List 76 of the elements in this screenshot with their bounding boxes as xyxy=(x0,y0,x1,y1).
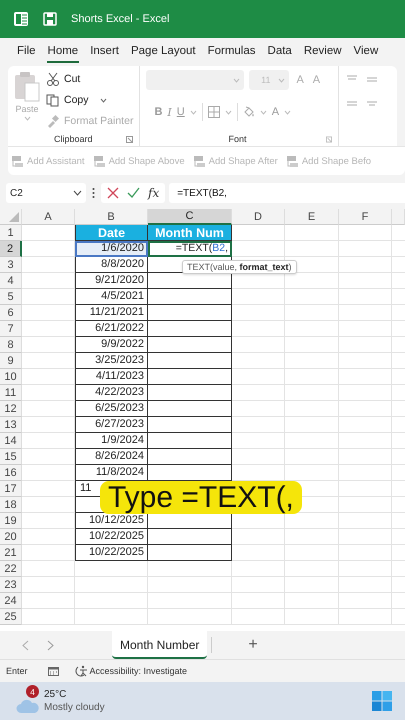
row-header[interactable]: 22 xyxy=(0,561,22,577)
ribbon-tab[interactable]: Home xyxy=(46,41,80,63)
table-cell: 11/21/2021 xyxy=(75,305,148,321)
row-header[interactable]: 25 xyxy=(0,609,22,625)
table-cell: 9/9/2022 xyxy=(75,337,148,353)
row-header[interactable]: 5 xyxy=(0,289,22,305)
table-cell: 8/8/2020 xyxy=(75,257,148,273)
name-box[interactable]: C2 xyxy=(6,183,86,203)
insert-function-button[interactable]: fx xyxy=(148,186,160,200)
row-header[interactable]: 11 xyxy=(0,385,22,401)
active-cell[interactable]: =TEXT(B2, xyxy=(148,241,232,257)
column-header[interactable]: A xyxy=(22,209,75,225)
ribbon-tab[interactable]: View xyxy=(352,41,380,63)
table-cell: 8/26/2024 xyxy=(75,449,148,465)
caption-text: Type =TEXT(, xyxy=(100,481,302,514)
row-header[interactable]: 4 xyxy=(0,273,22,289)
row-header[interactable]: 9 xyxy=(0,353,22,369)
table-cell: 9/21/2020 xyxy=(75,273,148,289)
column-header[interactable]: E xyxy=(285,209,339,225)
row-header[interactable]: 15 xyxy=(0,449,22,465)
table-cell: 10/22/2025 xyxy=(75,529,148,545)
table-cell: 3/25/2023 xyxy=(75,353,148,369)
column-header[interactable]: D xyxy=(232,209,285,225)
window-title: Shorts Excel - Excel xyxy=(71,13,170,25)
ribbon-tab[interactable]: File xyxy=(16,41,37,63)
accessibility-button[interactable]: Accessibility: Investigate xyxy=(74,665,188,677)
row-header[interactable]: 3 xyxy=(0,257,22,273)
group-label: Clipboard xyxy=(54,134,93,144)
row-header[interactable]: 17 xyxy=(0,481,22,497)
formula-field[interactable]: =TEXT(B2, xyxy=(169,183,405,203)
weather-text: Mostly cloudy xyxy=(44,701,105,714)
row-header[interactable]: 14 xyxy=(0,433,22,449)
row-header[interactable]: 10 xyxy=(0,369,22,385)
row-header[interactable]: 12 xyxy=(0,401,22,417)
table-cell: 4/11/2023 xyxy=(75,369,148,385)
row-header[interactable]: 13 xyxy=(0,417,22,433)
row-header[interactable]: 6 xyxy=(0,305,22,321)
row-header[interactable]: 18 xyxy=(0,497,22,513)
row-header[interactable]: 8 xyxy=(0,337,22,353)
table-cell: 1/6/2020 xyxy=(75,241,148,257)
column-header[interactable]: C xyxy=(148,209,232,225)
temperature-text: 25°C xyxy=(44,688,68,701)
table-header-cell: Date xyxy=(75,225,148,241)
table-header-cell: Month Num xyxy=(148,225,232,241)
clipboard-button[interactable]: Cut xyxy=(46,70,134,88)
column-header[interactable]: B xyxy=(75,209,148,225)
table-cell: 6/25/2023 xyxy=(75,401,148,417)
table-cell: 1/9/2024 xyxy=(75,433,148,449)
row-header[interactable]: 19 xyxy=(0,513,22,529)
weather-widget[interactable]: 4 25°C Mostly cloudy xyxy=(16,688,105,714)
row-header[interactable]: 1 xyxy=(0,225,22,241)
row-header[interactable]: 2 xyxy=(0,241,22,257)
table-cell: 4/22/2023 xyxy=(75,385,148,401)
ribbon-tab[interactable]: Review xyxy=(302,41,343,63)
row-header[interactable]: 21 xyxy=(0,545,22,561)
status-mode: Enter xyxy=(6,666,28,676)
table-cell: 10/22/2025 xyxy=(75,545,148,561)
ribbon-tab[interactable]: Page Layout xyxy=(130,41,197,63)
row-header[interactable]: 20 xyxy=(0,529,22,545)
add-sheet-button[interactable]: + xyxy=(248,636,258,654)
ribbon-tab[interactable]: Data xyxy=(266,41,293,63)
table-cell: 6/27/2023 xyxy=(75,417,148,433)
ribbon-tab[interactable]: Insert xyxy=(89,41,120,63)
row-header[interactable]: 23 xyxy=(0,577,22,593)
column-header[interactable]: F xyxy=(339,209,392,225)
notification-badge: 4 xyxy=(26,685,39,698)
table-cell: 6/21/2022 xyxy=(75,321,148,337)
sheet-tab[interactable]: Month Number xyxy=(112,631,208,659)
ribbon-tab[interactable]: Formulas xyxy=(206,41,257,63)
function-tooltip: TEXT(value, format_text) xyxy=(182,260,297,274)
row-header[interactable]: 7 xyxy=(0,321,22,337)
table-cell: 4/5/2021 xyxy=(75,289,148,305)
clipboard-button[interactable]: Copy xyxy=(46,91,134,109)
group-label: Font xyxy=(228,134,246,144)
row-header[interactable]: 24 xyxy=(0,593,22,609)
row-header[interactable]: 16 xyxy=(0,465,22,481)
